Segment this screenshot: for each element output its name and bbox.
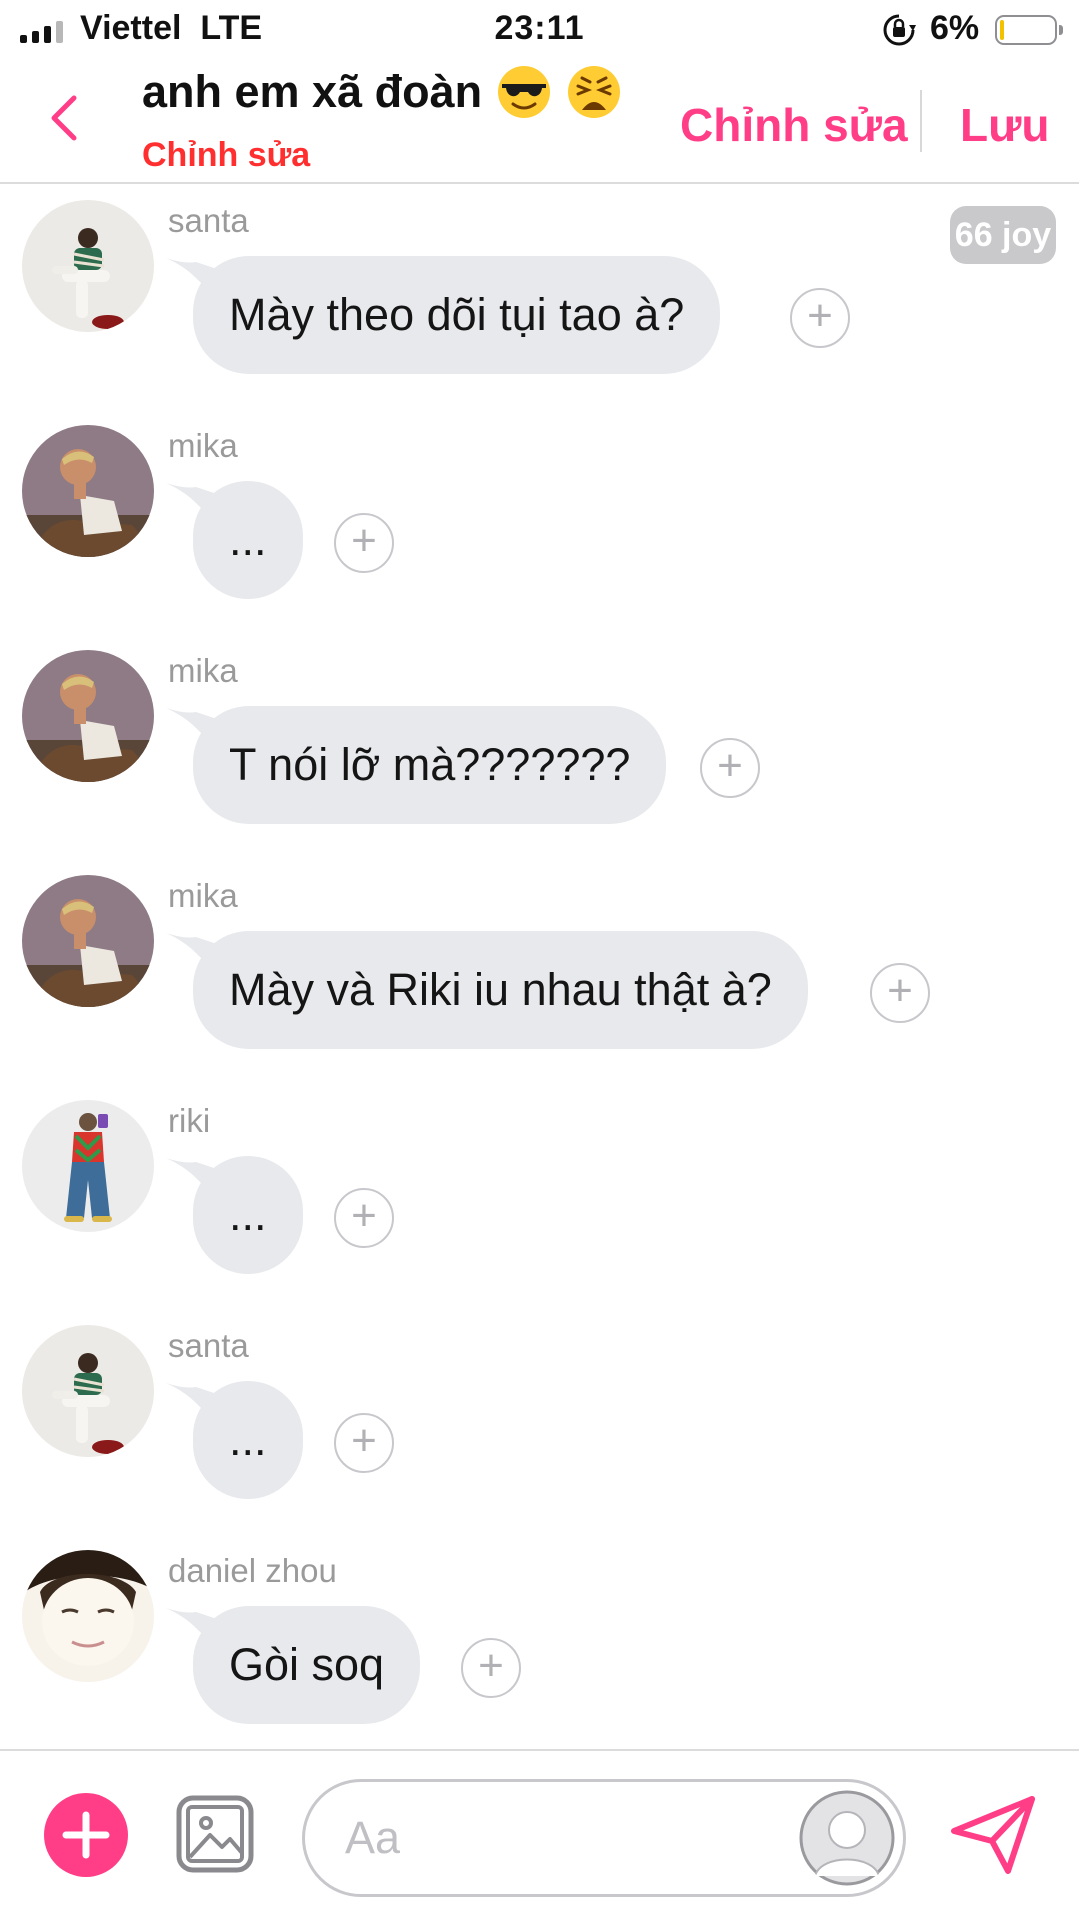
chat-title-group: anh em xã đoàn [142, 64, 622, 120]
avatar-image [22, 1100, 154, 1232]
chat-header: anh em xã đoàn Chỉnh sửa Chỉnh sửa Lưu [0, 58, 1079, 184]
plus-icon [62, 1811, 110, 1859]
add-reaction-button[interactable]: + [334, 1413, 394, 1473]
avatar-image [22, 425, 154, 557]
avatar-mika[interactable] [22, 875, 154, 1007]
sender-name: santa [168, 1327, 249, 1364]
message-bubble[interactable]: Mày theo dõi tụi tao à? [193, 256, 721, 374]
sunglasses-emoji-icon [498, 66, 551, 118]
message-bubble[interactable]: Gòi soq [193, 1606, 421, 1724]
message-list[interactable]: santa Mày theo dõi tụi tao à? + 66 joy m… [0, 186, 1079, 1748]
sender-name: santa [168, 202, 249, 239]
chat-subtitle: Chỉnh sửa [142, 136, 311, 174]
battery-percent: 6% [930, 9, 980, 47]
avatar-mika[interactable] [22, 650, 154, 782]
avatar-image [22, 650, 154, 782]
avatar-riki[interactable] [22, 1100, 154, 1232]
add-reaction-button[interactable]: + [870, 963, 930, 1023]
send-icon[interactable] [950, 1795, 1036, 1875]
message-bubble[interactable]: ... [193, 1156, 303, 1274]
composer-bar: Aa [0, 1749, 1079, 1920]
message-bubble[interactable]: ... [193, 481, 303, 599]
message-row: santa ... + [0, 1311, 1079, 1536]
header-divider [920, 90, 922, 152]
avatar-image [22, 1550, 154, 1682]
avatar-santa[interactable] [22, 1325, 154, 1457]
avatar-image [22, 875, 154, 1007]
add-reaction-button[interactable]: + [334, 1188, 394, 1248]
avatar-image [22, 200, 154, 332]
message-row: mika T nói lỡ mà??????? + [0, 636, 1079, 861]
chevron-left-icon [51, 95, 77, 141]
avatar-daniel-zhou[interactable] [22, 1550, 154, 1682]
add-reaction-button[interactable]: + [334, 513, 394, 573]
avatar-image [22, 1325, 154, 1457]
message-row: daniel zhou Gòi soq + [0, 1536, 1079, 1748]
message-input-placeholder: Aa [345, 1812, 401, 1863]
add-reaction-button[interactable]: + [700, 738, 760, 798]
avatar-mika[interactable] [22, 425, 154, 557]
status-bar: Viettel LTE 23:11 6% [0, 0, 1079, 58]
avatar-icon[interactable] [799, 1790, 895, 1886]
edit-button[interactable]: Chỉnh sửa [680, 98, 908, 152]
back-button[interactable] [38, 88, 88, 148]
default-avatar-image [799, 1790, 895, 1886]
save-button[interactable]: Lưu [960, 98, 1050, 152]
message-input[interactable]: Aa [302, 1779, 906, 1897]
message-bubble[interactable]: T nói lỡ mà??????? [193, 706, 667, 824]
sender-name: riki [168, 1102, 211, 1139]
add-attachment-button[interactable] [44, 1793, 128, 1877]
battery-fill [1000, 20, 1004, 40]
message-row: mika Mày và Riki iu nhau thật à? + [0, 861, 1079, 1086]
message-row: mika ... + [0, 411, 1079, 636]
add-reaction-button[interactable]: + [790, 288, 850, 348]
avatar-santa[interactable] [22, 200, 154, 332]
orientation-lock-icon [883, 14, 916, 46]
status-time: 23:11 [494, 9, 585, 47]
message-row: santa Mày theo dõi tụi tao à? + 66 joy [0, 186, 1079, 411]
weary-face-emoji-icon [568, 66, 621, 118]
message-bubble[interactable]: ... [193, 1381, 303, 1499]
battery-icon [995, 15, 1063, 45]
message-bubble[interactable]: Mày và Riki iu nhau thật à? [193, 931, 808, 1049]
joy-badge: 66 joy [950, 206, 1056, 264]
chat-title: anh em xã đoàn [142, 66, 483, 117]
image-icon[interactable] [176, 1795, 254, 1873]
sender-name: mika [168, 427, 238, 464]
add-reaction-button[interactable]: + [461, 1638, 521, 1698]
sender-name: mika [168, 877, 238, 914]
sender-name: daniel zhou [168, 1552, 337, 1589]
message-row: riki ... + [0, 1086, 1079, 1311]
sender-name: mika [168, 652, 238, 689]
